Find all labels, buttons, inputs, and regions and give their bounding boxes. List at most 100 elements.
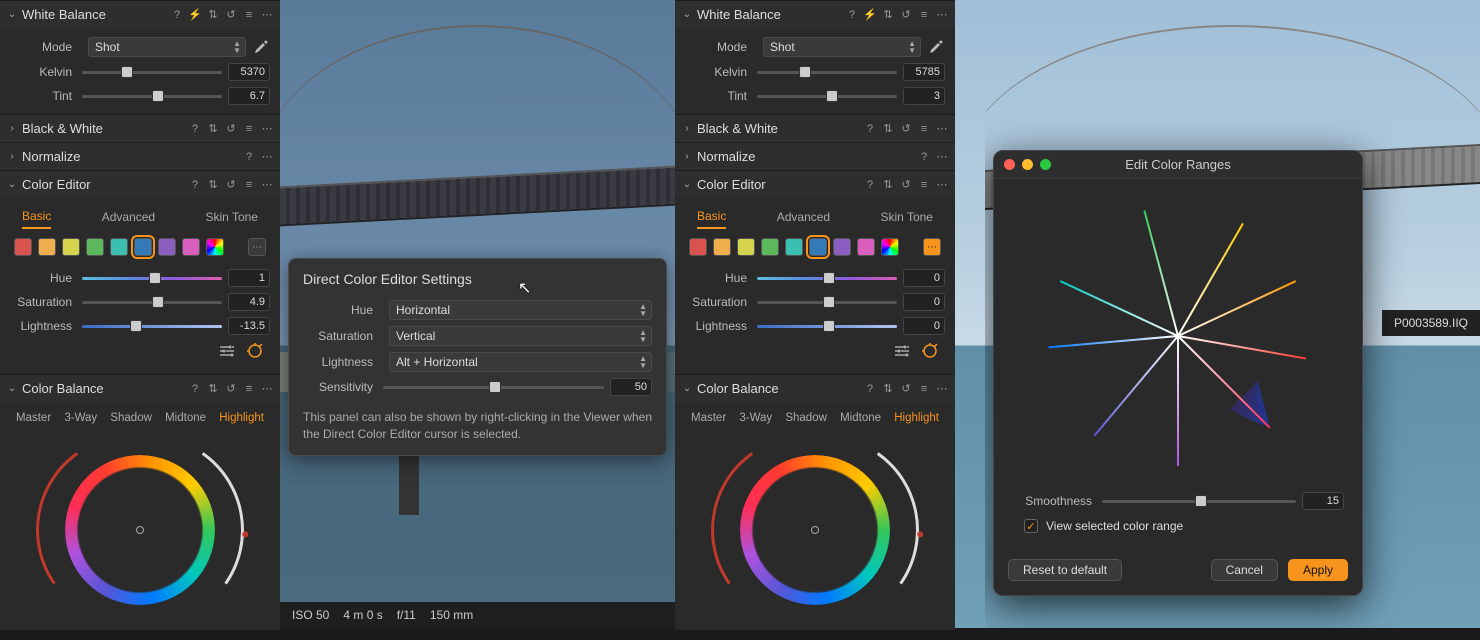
help-icon[interactable]: ? xyxy=(188,122,202,136)
saturation-value[interactable]: 0 xyxy=(903,293,945,311)
color-swatch[interactable] xyxy=(158,238,176,256)
color-swatch[interactable] xyxy=(86,238,104,256)
sensitivity-slider[interactable] xyxy=(383,380,604,394)
bw-header[interactable]: ›Black & White?⇅↺≡⋯ xyxy=(675,115,955,142)
view-range-checkbox[interactable]: ✓ xyxy=(1024,519,1038,533)
tab-advanced[interactable]: Advanced xyxy=(102,206,155,228)
preset-icon[interactable]: ≡ xyxy=(242,122,256,136)
color-swatch[interactable] xyxy=(785,238,803,256)
direct-color-editor-icon[interactable] xyxy=(921,342,939,360)
tab-midtone[interactable]: Midtone xyxy=(840,412,881,424)
reset-icon[interactable]: ↺ xyxy=(899,178,913,192)
preset-icon[interactable]: ≡ xyxy=(917,122,931,136)
tint-slider[interactable] xyxy=(757,89,897,103)
more-icon[interactable]: ⋯ xyxy=(935,178,949,192)
tab-skin-tone[interactable]: Skin Tone xyxy=(881,206,933,228)
more-icon[interactable]: ⋯ xyxy=(935,8,949,22)
color-editor-header[interactable]: ⌄Color Editor?⇅↺≡⋯ xyxy=(675,171,955,198)
kelvin-value[interactable]: 5785 xyxy=(903,63,945,81)
smoothness-value[interactable]: 15 xyxy=(1302,492,1344,510)
tab-highlight[interactable]: Highlight xyxy=(894,412,939,424)
help-icon[interactable]: ? xyxy=(845,8,859,22)
image-preview[interactable] xyxy=(955,0,985,628)
color-swatch[interactable] xyxy=(62,238,80,256)
help-icon[interactable]: ? xyxy=(863,122,877,136)
normalize-header[interactable]: › Normalize ? ⋯ xyxy=(0,143,280,170)
copy-icon[interactable]: ⇅ xyxy=(881,122,895,136)
tab-midtone[interactable]: Midtone xyxy=(165,412,206,424)
more-icon[interactable]: ⋯ xyxy=(260,178,274,192)
tint-value[interactable]: 6.7 xyxy=(228,87,270,105)
reset-icon[interactable]: ↺ xyxy=(899,8,913,22)
color-swatch[interactable] xyxy=(737,238,755,256)
kelvin-slider[interactable] xyxy=(82,65,222,79)
tint-value[interactable]: 3 xyxy=(903,87,945,105)
tab-advanced[interactable]: Advanced xyxy=(777,206,830,228)
color-swatch[interactable] xyxy=(761,238,779,256)
help-icon[interactable]: ? xyxy=(242,150,256,164)
lightness-value[interactable]: 0 xyxy=(903,317,945,335)
bw-header[interactable]: › Black & White ? ⇅ ↺ ≡ ⋯ xyxy=(0,115,280,142)
color-swatch[interactable] xyxy=(833,238,851,256)
saturation-slider[interactable] xyxy=(82,295,222,309)
help-icon[interactable]: ? xyxy=(917,150,931,164)
reset-icon[interactable]: ↺ xyxy=(224,382,238,396)
color-swatch[interactable] xyxy=(809,238,827,256)
reset-icon[interactable]: ↺ xyxy=(899,122,913,136)
eyedropper-icon[interactable] xyxy=(252,38,270,56)
color-swatch[interactable] xyxy=(14,238,32,256)
mode-select[interactable]: Shot▲▼ xyxy=(763,37,921,57)
tab-master[interactable]: Master xyxy=(691,412,726,424)
direct-color-editor-icon[interactable] xyxy=(246,342,264,360)
copy-icon[interactable]: ⇅ xyxy=(881,8,895,22)
auto-icon[interactable]: ⚡ xyxy=(188,8,202,22)
color-swatch[interactable] xyxy=(182,238,200,256)
hue-slider[interactable] xyxy=(82,271,222,285)
tab-highlight[interactable]: Highlight xyxy=(219,412,264,424)
more-swatch-button[interactable]: ⋯ xyxy=(248,238,266,256)
color-range-wheel[interactable] xyxy=(1038,195,1318,475)
more-icon[interactable]: ⋯ xyxy=(935,122,949,136)
color-balance-header[interactable]: ⌄Color Balance?⇅↺≡⋯ xyxy=(675,375,955,402)
copy-icon[interactable]: ⇅ xyxy=(206,178,220,192)
reset-icon[interactable]: ↺ xyxy=(224,8,238,22)
white-balance-header[interactable]: ⌄ White Balance ? ⚡ ⇅ ↺ ≡ ⋯ xyxy=(0,1,280,28)
more-icon[interactable]: ⋯ xyxy=(935,150,949,164)
settings-sliders-icon[interactable] xyxy=(218,342,236,360)
hue-value[interactable]: 1 xyxy=(228,269,270,287)
tab-shadow[interactable]: Shadow xyxy=(785,412,827,424)
color-swatch[interactable] xyxy=(38,238,56,256)
lightness-value[interactable]: -13.5 xyxy=(228,317,270,335)
more-icon[interactable]: ⋯ xyxy=(260,8,274,22)
copy-icon[interactable]: ⇅ xyxy=(881,178,895,192)
lightness-slider[interactable] xyxy=(82,319,222,333)
modal-titlebar[interactable]: Edit Color Ranges xyxy=(994,151,1362,179)
kelvin-value[interactable]: 5370 xyxy=(228,63,270,81)
tab-shadow[interactable]: Shadow xyxy=(110,412,152,424)
more-icon[interactable]: ⋯ xyxy=(935,382,949,396)
more-icon[interactable]: ⋯ xyxy=(260,382,274,396)
kelvin-slider[interactable] xyxy=(757,65,897,79)
preset-icon[interactable]: ≡ xyxy=(242,382,256,396)
color-balance-header[interactable]: ⌄ Color Balance ? ⇅ ↺ ≡ ⋯ xyxy=(0,375,280,402)
color-swatch[interactable] xyxy=(689,238,707,256)
preset-icon[interactable]: ≡ xyxy=(917,382,931,396)
popover-light-select[interactable]: Alt + Horizontal▲▼ xyxy=(389,352,652,372)
smoothness-slider[interactable] xyxy=(1102,494,1296,508)
saturation-value[interactable]: 4.9 xyxy=(228,293,270,311)
popover-hue-select[interactable]: Horizontal▲▼ xyxy=(389,300,652,320)
color-editor-header[interactable]: ⌄ Color Editor ? ⇅ ↺ ≡ ⋯ xyxy=(0,171,280,198)
hue-slider[interactable] xyxy=(757,271,897,285)
preset-icon[interactable]: ≡ xyxy=(917,178,931,192)
help-icon[interactable]: ? xyxy=(170,8,184,22)
reset-button[interactable]: Reset to default xyxy=(1008,559,1122,581)
cancel-button[interactable]: Cancel xyxy=(1211,559,1278,581)
copy-icon[interactable]: ⇅ xyxy=(206,382,220,396)
copy-icon[interactable]: ⇅ xyxy=(206,8,220,22)
reset-icon[interactable]: ↺ xyxy=(224,178,238,192)
eyedropper-icon[interactable] xyxy=(927,38,945,56)
rainbow-swatch[interactable] xyxy=(206,238,224,256)
sensitivity-value[interactable]: 50 xyxy=(610,378,652,396)
tab-basic[interactable]: Basic xyxy=(697,205,726,229)
color-swatch[interactable] xyxy=(857,238,875,256)
